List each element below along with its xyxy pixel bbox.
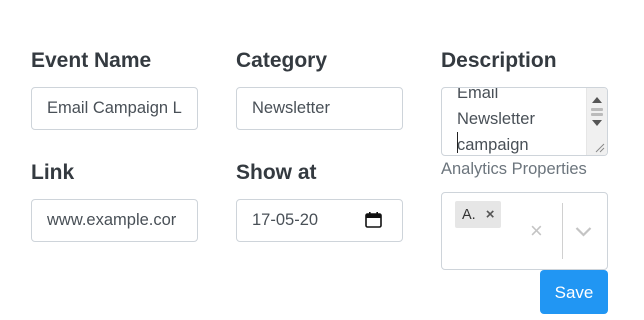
chip-remove-icon[interactable]: × <box>486 206 495 223</box>
text-caret <box>457 132 458 153</box>
scroll-down-icon[interactable] <box>592 120 602 126</box>
show-at-label: Show at <box>236 161 317 184</box>
chevron-down-icon[interactable] <box>575 226 592 237</box>
calendar-icon[interactable] <box>365 212 382 228</box>
link-input[interactable]: www.example.cor <box>31 199 198 242</box>
selected-chip: A. × <box>455 201 502 228</box>
event-name-input[interactable]: Email Campaign L <box>31 87 198 130</box>
chip-label: A. <box>462 206 476 223</box>
description-label: Description <box>441 49 557 72</box>
category-input[interactable]: Newsletter <box>236 87 403 130</box>
scrollbar-thumb[interactable] <box>591 108 603 111</box>
analytics-properties-label: Analytics Properties <box>441 160 587 178</box>
scroll-up-icon[interactable] <box>592 97 602 103</box>
category-label: Category <box>236 49 328 72</box>
resize-grip-icon[interactable] <box>593 141 605 153</box>
show-at-value: 17-05-20 <box>252 211 319 229</box>
description-line: Newsletter <box>457 110 535 128</box>
link-label: Link <box>31 161 75 184</box>
scrollbar-thumb[interactable] <box>591 113 603 116</box>
description-text: Email Newsletter campaign <box>457 87 535 155</box>
close-icon[interactable]: × <box>530 220 543 242</box>
event-name-label: Event Name <box>31 49 152 72</box>
save-button[interactable]: Save <box>540 270 608 314</box>
analytics-properties-select[interactable]: A. × × <box>441 192 608 270</box>
description-textarea[interactable]: Email Newsletter campaign <box>441 87 608 156</box>
select-divider <box>562 203 563 259</box>
show-at-date-input[interactable]: 17-05-20 <box>236 199 403 242</box>
description-line: Email <box>457 87 499 102</box>
description-line: campaign <box>457 136 529 154</box>
